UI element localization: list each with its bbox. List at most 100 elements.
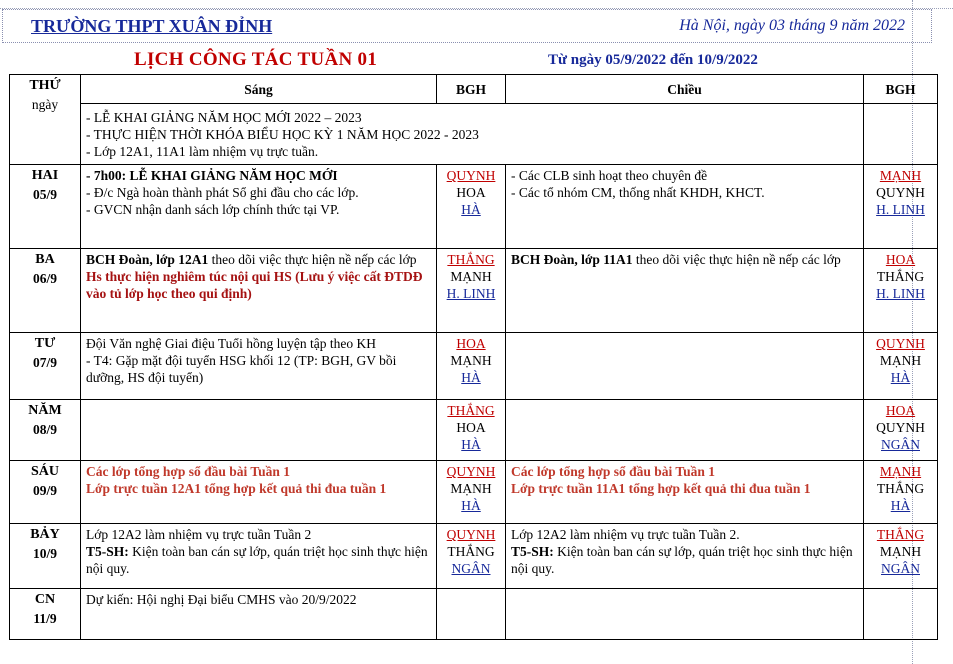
bgh-name: MẠNH [450, 481, 492, 496]
day-name: TƯ [34, 336, 56, 351]
bgh-name-duty: HÀ [461, 370, 481, 385]
bgh-header-1: BGH [436, 74, 506, 104]
bgh-name-duty: NGÂN [451, 561, 491, 576]
schedule-title: LỊCH CÔNG TÁC TUẦN 01 [134, 49, 378, 70]
day-name: HAI [31, 168, 59, 183]
table-row: BA 06/9 BCH Đoàn, lớp 12A1 theo dõi việc… [9, 248, 938, 333]
day-cell: BẢY 10/9 [9, 523, 81, 589]
bgh-name-lead: QUYNH [876, 336, 925, 351]
task-line: - Các tổ nhóm CM, thống nhất KHDH, KHCT. [511, 185, 765, 200]
bgh-name-lead: QUYNH [446, 168, 496, 183]
bgh-name-lead: HOA [456, 336, 486, 351]
bgh-name-lead: THẮNG [876, 527, 925, 542]
task-line: Lớp 12A2 làm nhiệm vụ trực tuần Tuần 2. [511, 527, 740, 542]
week-note: - LỄ KHAI GIẢNG NĂM HỌC MỚI 2022 – 2023 [86, 110, 362, 125]
day-name: SÁU [30, 464, 59, 479]
morning-cell: BCH Đoàn, lớp 12A1 theo dõi việc thực hi… [80, 248, 437, 333]
bgh-name: MẠNH [879, 544, 922, 559]
task-line: - Các CLB sinh hoạt theo chuyên đề [511, 168, 708, 183]
school-name: TRƯỜNG THPT XUÂN ĐỈNH [31, 16, 273, 36]
bgh-name: THẮNG [447, 544, 495, 559]
bgh-cell: THẮNG MẠNH NGÂN [863, 523, 938, 589]
bgh-cell [863, 588, 938, 640]
task-line: - Đ/c Ngà hoàn thành phát Sổ ghi đầu cho… [86, 185, 359, 200]
day-name: BẢY [30, 527, 60, 542]
bgh-name-duty: NGÂN [881, 437, 920, 452]
bgh-name: QUYNH [876, 185, 925, 200]
bgh-name-duty: NGÂN [881, 561, 920, 576]
bgh-cell: THẮNG MẠNH H. LINH [436, 248, 506, 333]
day-cell: SÁU 09/9 [9, 460, 81, 524]
task-line: Dự kiến: Hội nghị Đại biểu CMHS vào 20/9… [86, 592, 357, 607]
day-column-header: THỨ ngày [9, 74, 81, 165]
document-header: TRƯỜNG THPT XUÂN ĐỈNH Hà Nội, ngày 03 th… [2, 9, 932, 43]
bgh-name: HOA [456, 420, 486, 435]
day-name: BA [35, 252, 55, 267]
bgh-name-duty: HÀ [461, 498, 481, 513]
day-date: 10/9 [32, 546, 57, 561]
afternoon-cell: Các lớp tổng hợp sổ đầu bài Tuần 1 Lớp t… [505, 460, 864, 524]
bgh-name: MẠNH [879, 353, 922, 368]
bgh-cell [436, 588, 506, 640]
day-date: 05/9 [32, 187, 57, 202]
task-line: Các lớp tổng hợp sổ đầu bài Tuần 1 [86, 464, 291, 479]
bgh-name-lead: MẠNH [879, 168, 922, 183]
week-note: - THỰC HIỆN THỜI KHÓA BIỂU HỌC KỲ 1 NĂM … [86, 127, 479, 142]
afternoon-cell: - Các CLB sinh hoạt theo chuyên đề - Các… [505, 164, 864, 249]
morning-header: Sáng [80, 74, 437, 104]
morning-cell [80, 399, 437, 461]
bgh-cell: HOA THẮNG H. LINH [863, 248, 938, 333]
week-notes-empty [863, 103, 938, 165]
day-cell: NĂM 08/9 [9, 399, 81, 461]
day-date: 08/9 [32, 422, 57, 437]
bgh-name-lead: HOA [885, 403, 916, 418]
bgh-name-duty: HÀ [461, 202, 481, 217]
bgh-name: QUYNH [876, 420, 925, 435]
bgh-name-lead: MẠNH [879, 464, 922, 479]
task-line: Lớp trực tuần 12A1 tổng hợp kết quả thi … [86, 481, 387, 496]
task-text: theo dõi việc thực hiện nề nếp các lớp [208, 252, 417, 267]
task-line: Hs thực hiện nghiêm túc nội qui HS (Lưu … [86, 269, 423, 301]
bgh-name-lead: HOA [885, 252, 916, 267]
bgh-name-duty: H. LINH [876, 202, 925, 217]
table-row: TƯ 07/9 Đội Văn nghệ Giai điệu Tuổi hồng… [9, 332, 938, 400]
table-row: CN 11/9 Dự kiến: Hội nghị Đại biểu CMHS … [9, 588, 938, 640]
day-cell: BA 06/9 [9, 248, 81, 333]
table-row: BẢY 10/9 Lớp 12A2 làm nhiệm vụ trực tuần… [9, 523, 938, 589]
bgh-name: THẮNG [876, 269, 925, 284]
afternoon-cell: Lớp 12A2 làm nhiệm vụ trực tuần Tuần 2. … [505, 523, 864, 589]
bgh-cell: HOA QUYNH NGÂN [863, 399, 938, 461]
afternoon-cell [505, 588, 864, 640]
bgh-name-duty: H. LINH [876, 286, 925, 301]
table-row: SÁU 09/9 Các lớp tổng hợp sổ đầu bài Tuầ… [9, 460, 938, 524]
task-line: Các lớp tổng hợp sổ đầu bài Tuần 1 [511, 464, 716, 479]
bgh-name-duty: HÀ [890, 498, 911, 513]
bgh-name: MẠNH [450, 353, 492, 368]
morning-cell: Các lớp tổng hợp sổ đầu bài Tuần 1 Lớp t… [80, 460, 437, 524]
day-date: 06/9 [32, 271, 57, 286]
afternoon-cell: BCH Đoàn, lớp 11A1 theo dõi việc thực hi… [505, 248, 864, 333]
bgh-name: MẠNH [450, 269, 492, 284]
day-name: CN [34, 592, 56, 607]
header-row: THỨ ngày Sáng BGH Chiều BGH [9, 74, 938, 165]
bgh-cell: QUYNH THẮNG NGÂN [436, 523, 506, 589]
task-highlight: BCH Đoàn, lớp 11A1 [511, 252, 633, 267]
dateline: Hà Nội, ngày 03 tháng 9 năm 2022 [679, 17, 905, 34]
week-notes-row: - LỄ KHAI GIẢNG NĂM HỌC MỚI 2022 – 2023 … [10, 103, 938, 165]
date-range: Từ ngày 05/9/2022 đến 10/9/2022 [548, 52, 758, 68]
day-cell: TƯ 07/9 [9, 332, 81, 400]
bgh-name-lead: THẮNG [447, 252, 495, 267]
day-label: THỨ [29, 78, 61, 93]
afternoon-cell [505, 399, 864, 461]
afternoon-cell [505, 332, 864, 400]
bgh-name-duty: HÀ [461, 437, 481, 452]
day-date: 11/9 [33, 611, 57, 626]
table-row: HAI 05/9 - 7h00: LỄ KHAI GIẢNG NĂM HỌC M… [9, 164, 938, 249]
day-date: 07/9 [32, 355, 57, 370]
morning-cell: Lớp 12A2 làm nhiệm vụ trực tuần Tuần 2 T… [80, 523, 437, 589]
week-note: - Lớp 12A1, 11A1 làm nhiệm vụ trực tuần. [86, 144, 319, 159]
day-cell: CN 11/9 [9, 588, 81, 640]
day-date: 09/9 [32, 483, 57, 498]
morning-cell: Đội Văn nghệ Giai điệu Tuổi hồng luyện t… [80, 332, 437, 400]
bgh-cell: HOA MẠNH HÀ [436, 332, 506, 400]
